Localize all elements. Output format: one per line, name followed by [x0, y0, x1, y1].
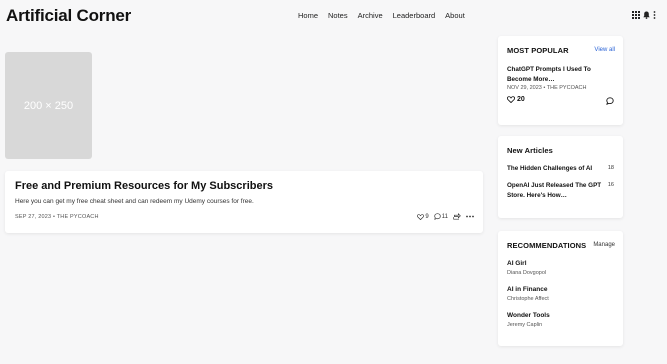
site-header: Artificial Corner Home Notes Archive Lea… — [0, 0, 667, 32]
grid-icon[interactable] — [632, 11, 640, 19]
nav-notes[interactable]: Notes — [328, 11, 348, 20]
bell-icon[interactable] — [643, 11, 650, 19]
recommendation-author: Jeremy Caplin — [507, 322, 543, 328]
comment-icon — [434, 213, 441, 220]
recommendation-author: Diana Dovgopol — [507, 270, 547, 276]
ad-placeholder: 200 × 250 — [5, 52, 92, 159]
popular-like-count: 20 — [517, 96, 525, 103]
popular-post-title[interactable]: ChatGPT Prompts I Used To Become More… — [507, 65, 617, 85]
comment-count: 11 — [441, 213, 448, 220]
post-subtitle: Here you can get my free cheat sheet and… — [15, 198, 254, 205]
recommendations-widget: RECOMMENDATIONS Manage AI Girl Diana Dov… — [498, 231, 623, 346]
recommendation-author: Christophe Affect — [507, 296, 549, 302]
site-logo[interactable]: Artificial Corner — [6, 6, 131, 26]
popular-post-meta: NOV 29, 2023 • THE PYCOACH — [507, 85, 587, 91]
restack-icon — [453, 213, 461, 220]
new-articles-widget: New Articles The Hidden Challenges of AI… — [498, 136, 623, 218]
recommendation-name[interactable]: AI in Finance — [507, 286, 547, 293]
new-article-title[interactable]: OpenAI Just Released The GPT Store. Here… — [507, 181, 607, 201]
comment-button[interactable]: 11 — [434, 213, 448, 220]
nav-leaderboard[interactable]: Leaderboard — [393, 11, 436, 20]
comment-icon[interactable] — [606, 97, 614, 105]
nav-about[interactable]: About — [445, 11, 465, 20]
like-button[interactable]: 9 — [417, 213, 429, 220]
manage-link[interactable]: Manage — [593, 242, 615, 248]
new-article-title[interactable]: The Hidden Challenges of AI — [507, 164, 617, 174]
new-article-count: 16 — [607, 182, 614, 188]
post-card[interactable]: Free and Premium Resources for My Subscr… — [5, 171, 483, 233]
recommendation-name[interactable]: Wonder Tools — [507, 312, 550, 319]
nav-archive[interactable]: Archive — [358, 11, 383, 20]
header-actions — [632, 11, 656, 19]
recommendations-heading: RECOMMENDATIONS — [507, 241, 587, 250]
heart-icon — [417, 213, 425, 220]
like-count: 9 — [425, 213, 429, 220]
main-nav: Home Notes Archive Leaderboard About — [298, 11, 465, 20]
more-horizontal-icon — [466, 215, 474, 218]
most-popular-heading: MOST POPULAR — [507, 46, 569, 55]
post-meta: SEP 27, 2023 • THE PYCOACH — [15, 214, 99, 220]
view-all-link[interactable]: View all — [594, 47, 615, 53]
nav-home[interactable]: Home — [298, 11, 318, 20]
most-popular-widget: MOST POPULAR View all ChatGPT Prompts I … — [498, 36, 623, 125]
post-actions: 9 11 — [417, 213, 474, 220]
ad-placeholder-label: 200 × 250 — [23, 99, 74, 112]
post-title[interactable]: Free and Premium Resources for My Subscr… — [15, 180, 273, 192]
restack-button[interactable] — [453, 213, 461, 220]
new-article-count: 18 — [607, 165, 614, 171]
recommendation-name[interactable]: AI Girl — [507, 260, 527, 267]
more-button[interactable] — [466, 215, 474, 218]
heart-icon — [507, 96, 515, 103]
more-vertical-icon[interactable] — [653, 11, 656, 19]
popular-like-button[interactable]: 20 — [507, 96, 525, 103]
new-articles-heading: New Articles — [507, 146, 553, 155]
